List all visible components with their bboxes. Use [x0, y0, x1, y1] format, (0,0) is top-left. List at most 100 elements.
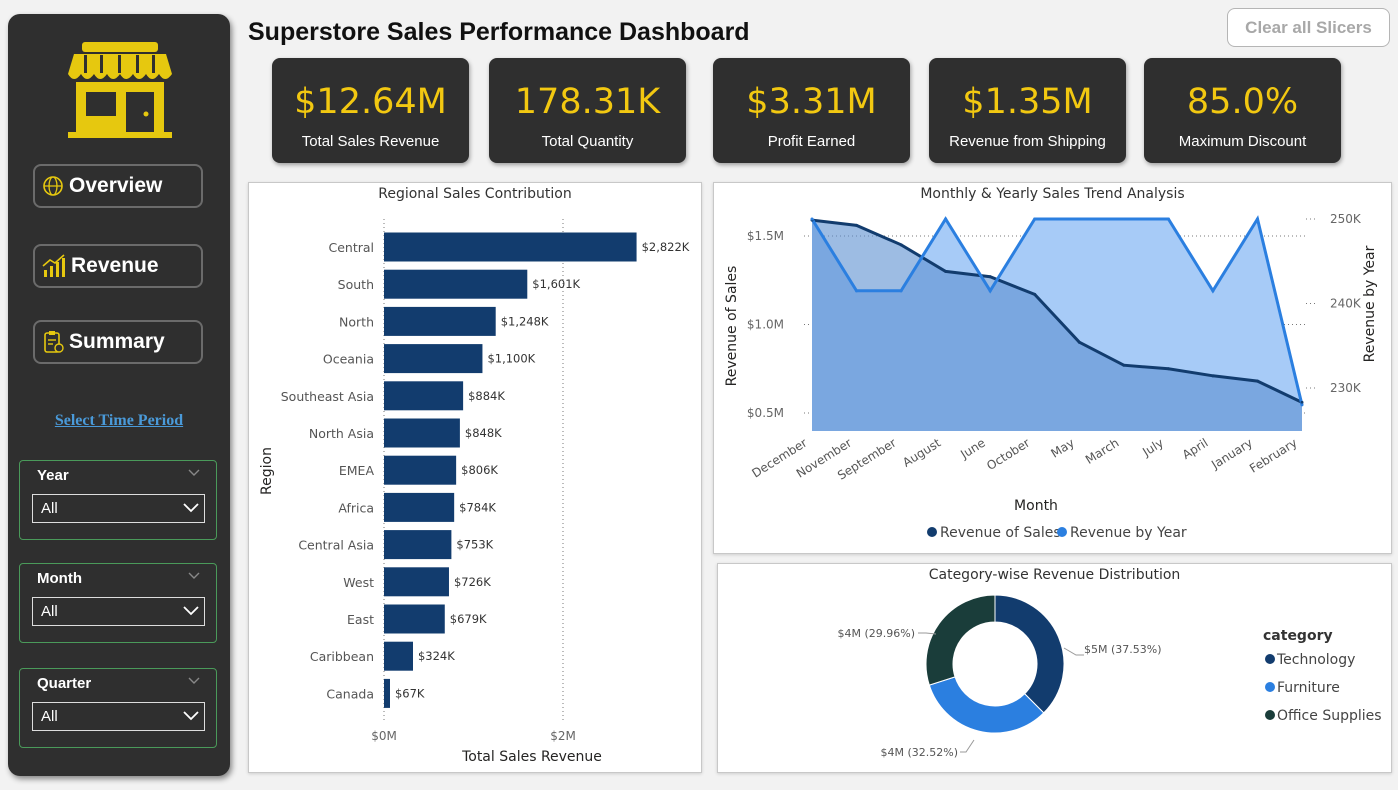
y2-tick-label: 230K	[1330, 381, 1362, 395]
month-dropdown[interactable]: All	[32, 597, 205, 626]
data-point[interactable]	[944, 217, 948, 221]
regional-sales-bar-chart: Central $2,822K South $1,601K North $1,248K Oc…	[259, 219, 690, 765]
bar-value-label: $753K	[456, 538, 493, 552]
data-point[interactable]	[1122, 217, 1126, 221]
chevron-down-icon[interactable]	[188, 572, 200, 580]
donut-slice[interactable]	[925, 594, 996, 686]
data-point[interactable]	[1166, 217, 1170, 221]
y-tick-label: $1.5M	[747, 229, 784, 243]
bar-category-label: West	[343, 575, 374, 590]
data-point[interactable]	[1166, 367, 1170, 371]
bar[interactable]	[384, 492, 455, 522]
overview-button[interactable]: Overview	[33, 164, 203, 208]
legend-marker	[1265, 682, 1275, 692]
bar-value-label: $1,100K	[487, 352, 535, 366]
bar[interactable]	[384, 418, 460, 448]
year-dropdown[interactable]: All	[32, 494, 205, 523]
bar[interactable]	[384, 269, 528, 299]
data-point[interactable]	[1211, 289, 1215, 293]
summary-label: Summary	[69, 330, 165, 353]
legend-title: category	[1263, 628, 1333, 644]
kpi-value: $1.35M	[962, 82, 1093, 122]
x-axis-title: Total Sales Revenue	[461, 749, 602, 765]
clipboard-icon	[44, 331, 64, 353]
growth-chart-icon	[42, 254, 65, 277]
leader-line	[1063, 647, 1084, 656]
chevron-down-icon[interactable]	[188, 677, 200, 685]
donut-slice[interactable]	[994, 594, 1065, 714]
bar[interactable]	[384, 381, 464, 411]
y-axis-title: Revenue of Sales	[724, 266, 740, 387]
y-tick-label: $1.0M	[747, 318, 784, 332]
bar-category-label: Caribbean	[310, 649, 374, 664]
quarter-dropdown[interactable]: All	[32, 702, 205, 731]
data-point[interactable]	[1033, 292, 1037, 296]
bar[interactable]	[384, 232, 637, 262]
legend-label: Revenue of Sales	[940, 525, 1061, 541]
monthly-trend-panel: Monthly & Yearly Sales Trend Analysis $0…	[713, 182, 1392, 554]
data-point[interactable]	[1255, 379, 1259, 383]
data-point[interactable]	[988, 275, 992, 279]
donut-slice[interactable]	[928, 676, 1045, 734]
data-point[interactable]	[1255, 217, 1259, 221]
data-point[interactable]	[988, 289, 992, 293]
bar-category-label: South	[338, 277, 374, 292]
store-icon	[68, 42, 172, 138]
x-tick-label: March	[1083, 436, 1121, 467]
bar-category-label: Southeast Asia	[281, 389, 374, 404]
kpi-card-total-sales: $12.64M Total Sales Revenue	[272, 58, 469, 163]
data-point[interactable]	[1033, 217, 1037, 221]
bar-category-label: EMEA	[339, 463, 375, 478]
bar[interactable]	[384, 344, 483, 374]
clear-all-slicers-button[interactable]: Clear all Slicers	[1227, 8, 1390, 47]
data-point[interactable]	[855, 289, 859, 293]
bar[interactable]	[384, 567, 449, 597]
data-point[interactable]	[810, 217, 814, 221]
data-point[interactable]	[1122, 363, 1126, 367]
data-point[interactable]	[899, 289, 903, 293]
bar[interactable]	[384, 530, 452, 560]
x-tick-label: April	[1180, 436, 1211, 462]
kpi-value: 178.31K	[514, 82, 661, 122]
data-point[interactable]	[1077, 217, 1081, 221]
revenue-button[interactable]: Revenue	[33, 244, 203, 288]
kpi-label: Maximum Discount	[1178, 133, 1307, 150]
regional-sales-panel: Regional Sales Contribution Central $2,82…	[248, 182, 702, 773]
bar-value-label: $324K	[418, 649, 455, 663]
bar[interactable]	[384, 641, 413, 671]
bar[interactable]	[384, 306, 496, 336]
globe-icon	[43, 176, 63, 196]
data-point[interactable]	[1077, 340, 1081, 344]
overview-label: Overview	[69, 174, 163, 197]
revenue-label: Revenue	[71, 254, 159, 277]
bar[interactable]	[384, 678, 390, 708]
data-point[interactable]	[899, 243, 903, 247]
bar-value-label: $784K	[459, 500, 496, 514]
summary-button[interactable]: Summary	[33, 320, 203, 364]
bar-value-label: $726K	[454, 575, 491, 589]
x-tick-label: July	[1139, 436, 1166, 460]
bar-value-label: $1,601K	[532, 277, 580, 291]
year-dropdown-value: All	[41, 500, 58, 517]
data-point[interactable]	[1211, 374, 1215, 378]
select-time-period-link[interactable]: Select Time Period	[8, 412, 230, 430]
bar-value-label: $2,822K	[642, 240, 690, 254]
chevron-down-icon[interactable]	[188, 469, 200, 477]
kpi-value: $12.64M	[294, 82, 447, 122]
bar-category-label: Africa	[338, 500, 374, 515]
bar-value-label: $848K	[465, 426, 502, 440]
kpi-value: 85.0%	[1186, 82, 1299, 122]
bar[interactable]	[384, 604, 445, 634]
x-tick-label: August	[900, 436, 943, 470]
legend-marker	[1057, 527, 1067, 537]
data-point[interactable]	[1300, 403, 1304, 407]
bar-category-label: North	[339, 314, 374, 329]
bar[interactable]	[384, 455, 457, 485]
month-dropdown-value: All	[41, 603, 58, 620]
data-point[interactable]	[944, 269, 948, 273]
x-tick-label: October	[984, 436, 1032, 473]
x-tick-label: $0M	[371, 729, 397, 743]
data-point[interactable]	[855, 223, 859, 227]
x-tick-label: February	[1247, 436, 1300, 476]
legend-marker	[1265, 654, 1275, 664]
